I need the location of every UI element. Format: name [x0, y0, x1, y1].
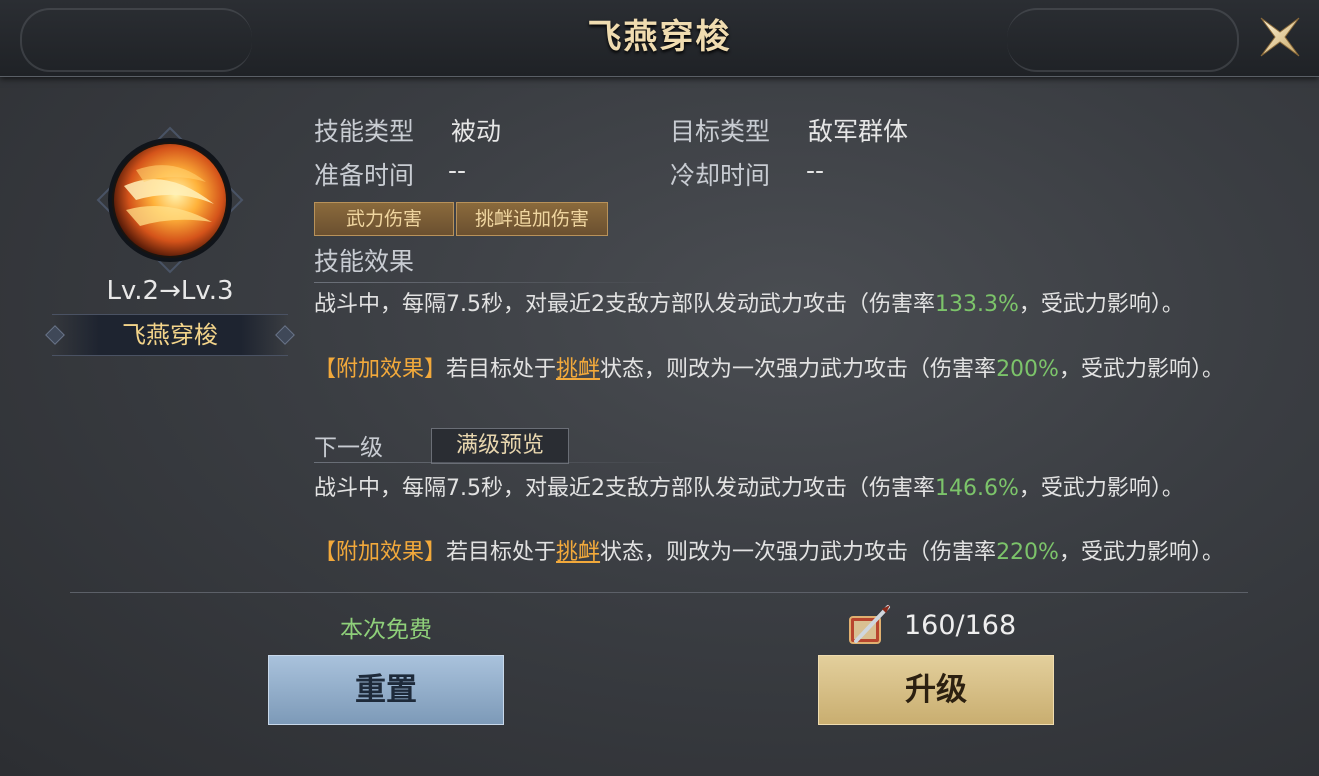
skill-icon: [96, 126, 244, 274]
target-type-label: 目标类型: [670, 117, 771, 146]
diamond-ornament-icon: [275, 325, 295, 345]
prep-time-label: 准备时间: [314, 161, 415, 190]
upgrade-button[interactable]: 升级: [818, 655, 1054, 725]
damage-rate: 133.3%: [935, 292, 1019, 317]
skill-flame-icon: [96, 126, 244, 274]
free-reset-text: 本次免费: [340, 617, 432, 643]
next-effect-description: 战斗中，每隔7.5秒，对最近2支敌方部队发动武力攻击（伤害率146.6%，受武力…: [314, 472, 1254, 505]
divider: [314, 462, 684, 463]
tag-force-damage: 武力伤害: [314, 202, 454, 236]
prep-time-value: --: [448, 156, 467, 185]
skill-name: 飞燕穿梭: [122, 321, 218, 349]
effect-text: ，受武力影响）。: [1018, 476, 1184, 501]
skill-level-text: Lv.2→Lv.3: [106, 276, 234, 306]
skill-type-value: 被动: [451, 117, 502, 146]
next-level-scroll-area[interactable]: 战斗中，每隔7.5秒，对最近2支敌方部队发动武力攻击（伤害率146.6%，受武力…: [0, 470, 1319, 580]
cooldown-value: --: [806, 156, 825, 185]
effect-text: 若目标处于: [446, 540, 557, 565]
cost-value: 160/168: [904, 609, 1017, 641]
effect-text: ，受武力影响）。: [1018, 292, 1184, 317]
diamond-ornament-icon: [45, 325, 65, 345]
skill-scroll-icon: [849, 605, 890, 644]
effect-text: 状态，则改为一次强力武力攻击（伤害率: [600, 357, 997, 382]
effect-text: 战斗中，每隔7.5秒，对最近2支敌方部队发动武力攻击（伤害率: [314, 476, 935, 501]
effect-text: 状态，则改为一次强力武力攻击（伤害率: [600, 540, 997, 565]
tag-provoke-damage: 挑衅追加伤害: [456, 202, 608, 236]
divider: [314, 282, 674, 283]
skill-name-plate: 飞燕穿梭: [45, 314, 295, 356]
close-button[interactable]: [1255, 12, 1305, 62]
effect-text: 若目标处于: [446, 357, 557, 382]
max-level-preview-button[interactable]: 满级预览: [431, 428, 569, 464]
damage-rate: 220%: [996, 540, 1059, 565]
effect-text: 战斗中，每隔7.5秒，对最近2支敌方部队发动武力攻击（伤害率: [314, 292, 935, 317]
target-type-value: 敌军群体: [808, 117, 909, 146]
reset-button[interactable]: 重置: [268, 655, 504, 725]
next-level-label: 下一级: [314, 435, 383, 461]
provoke-status-link[interactable]: 挑衅: [556, 540, 600, 565]
window-title: 飞燕穿梭: [587, 17, 732, 57]
damage-rate: 146.6%: [935, 476, 1019, 501]
upgrade-cost: 160/168: [846, 600, 1016, 650]
cooldown-label: 冷却时间: [670, 161, 771, 190]
effect-description: 战斗中，每隔7.5秒，对最近2支敌方部队发动武力攻击（伤害率133.3%，受武力…: [314, 288, 1254, 321]
close-icon: [1260, 17, 1300, 57]
title-bar: 飞燕穿梭: [0, 0, 1319, 77]
skill-type-label: 技能类型: [314, 117, 415, 146]
effect-section-title: 技能效果: [314, 247, 415, 276]
extra-effect-label: 【附加效果】: [314, 540, 447, 565]
extra-effect-label: 【附加效果】: [314, 357, 447, 382]
effect-text: ，受武力影响）。: [1058, 357, 1224, 382]
next-extra-effect-description: 【附加效果】若目标处于挑衅状态，则改为一次强力武力攻击（伤害率220%，受武力影…: [314, 536, 1254, 569]
provoke-status-link[interactable]: 挑衅: [556, 357, 600, 382]
footer-divider: [70, 592, 1248, 593]
damage-rate: 200%: [996, 357, 1059, 382]
extra-effect-description: 【附加效果】若目标处于挑衅状态，则改为一次强力武力攻击（伤害率200%，受武力影…: [314, 353, 1254, 386]
effect-text: ，受武力影响）。: [1058, 540, 1224, 565]
